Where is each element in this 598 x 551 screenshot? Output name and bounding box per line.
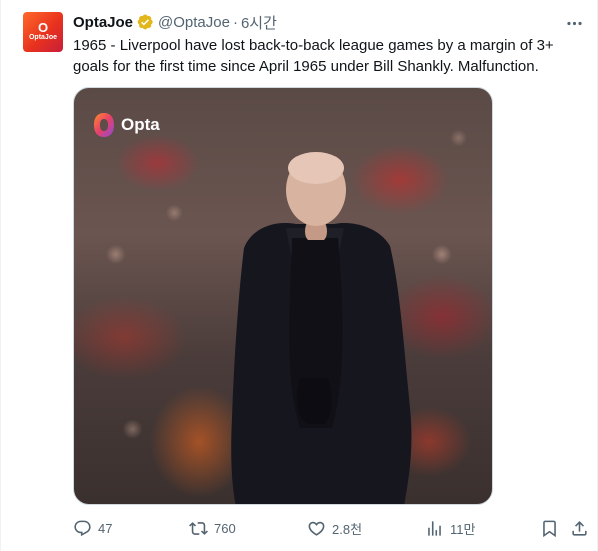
opta-logo-text: Opta	[121, 115, 160, 134]
retweet-icon	[189, 521, 208, 535]
bookmark-button[interactable]	[540, 516, 559, 540]
views-count: 11만	[450, 521, 476, 537]
author-handle[interactable]: @OptaJoe	[158, 14, 230, 31]
analytics-icon	[428, 520, 441, 536]
reply-button[interactable]: 47	[73, 516, 112, 540]
like-button[interactable]: 2.8천	[307, 516, 362, 540]
avatar[interactable]: O OptaJoe	[23, 12, 63, 52]
retweet-count: 760	[214, 520, 236, 536]
tweet[interactable]: O OptaJoe OptaJoe @OptaJoe · 6시간 1965 - …	[0, 0, 598, 551]
tweet-text: 1965 - Liverpool have lost back-to-back …	[73, 37, 554, 75]
opta-logo: Opta	[92, 112, 160, 138]
reply-icon	[74, 520, 91, 536]
coach-figure	[231, 152, 412, 504]
verified-badge-icon[interactable]	[136, 13, 154, 31]
views-button[interactable]: 11만	[425, 516, 475, 540]
share-icon	[572, 520, 587, 536]
tweet-photo[interactable]: Opta	[73, 87, 493, 505]
more-options-icon[interactable]	[563, 12, 585, 34]
heart-icon	[308, 521, 325, 536]
avatar-letter: O	[37, 20, 49, 35]
tweet-header: OptaJoe @OptaJoe · 6시간	[73, 12, 277, 32]
share-button[interactable]	[570, 516, 589, 540]
reply-count: 47	[98, 520, 113, 536]
separator-dot: ·	[232, 13, 238, 31]
action-bar: 47 760 2.8천 11만	[73, 516, 593, 540]
like-count: 2.8천	[332, 521, 363, 537]
author-name[interactable]: OptaJoe	[73, 14, 133, 31]
avatar-text: OptaJoe	[28, 34, 57, 41]
bookmark-icon	[543, 520, 556, 537]
opta-logo-icon	[94, 113, 114, 137]
tweet-time[interactable]: 6시간	[241, 12, 277, 33]
retweet-button[interactable]: 760	[189, 516, 236, 540]
